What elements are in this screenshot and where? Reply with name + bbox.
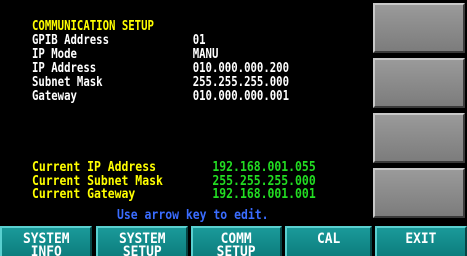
setting-value[interactable]: 010.000.000.200: [193, 62, 289, 76]
softkey-label: COMM SETUP: [217, 231, 256, 256]
current-row-ip-address: Current IP Address 192.168.001.055: [32, 161, 331, 175]
comm-setup-button[interactable]: COMM SETUP: [191, 226, 282, 256]
instrument-screen: COMMUNICATION SETUP GPIB Address 01 IP M…: [0, 0, 467, 256]
cal-button[interactable]: CAL: [285, 226, 372, 256]
current-label: Current Gateway: [32, 187, 136, 202]
current-network-panel: Current IP Address 192.168.001.055 Curre…: [32, 161, 331, 202]
setting-row-gpib-address[interactable]: GPIB Address 01: [32, 34, 303, 48]
setting-row-gateway[interactable]: Gateway 010.000.000.001: [32, 90, 303, 104]
setting-value[interactable]: MANU: [193, 48, 219, 62]
side-softkey-3[interactable]: [373, 113, 465, 163]
setting-row-ip-address[interactable]: IP Address 010.000.000.200: [32, 62, 303, 76]
current-row-subnet-mask: Current Subnet Mask 255.255.255.000: [32, 173, 331, 189]
system-setup-button[interactable]: SYSTEM SETUP: [96, 226, 188, 256]
setting-row-ip-mode[interactable]: IP Mode MANU: [32, 48, 303, 62]
setting-label: GPIB Address: [32, 33, 110, 48]
current-row-gateway: Current Gateway 192.168.001.001: [32, 188, 331, 202]
setting-value[interactable]: 01: [193, 34, 206, 48]
setting-label: IP Mode: [32, 47, 77, 62]
softkey-label: EXIT: [405, 231, 437, 247]
softkey-label: SYSTEM SETUP: [118, 231, 166, 256]
current-value: 192.168.001.001: [212, 187, 316, 202]
exit-button[interactable]: EXIT: [375, 226, 467, 256]
side-softkey-1[interactable]: [373, 3, 465, 53]
side-softkey-4[interactable]: [373, 168, 465, 218]
setting-label: Gateway: [32, 89, 77, 104]
setting-value[interactable]: 255.255.255.000: [193, 76, 289, 90]
current-label: Current Subnet Mask: [32, 173, 163, 189]
current-label: Current IP Address: [32, 160, 156, 175]
setting-label: IP Address: [32, 61, 97, 76]
edit-hint: Use arrow key to edit.: [117, 208, 269, 223]
side-softkey-2[interactable]: [373, 58, 465, 108]
softkey-label: CAL: [316, 231, 341, 247]
communication-setup-panel: COMMUNICATION SETUP GPIB Address 01 IP M…: [32, 20, 303, 104]
current-value: 192.168.001.055: [212, 160, 316, 175]
system-info-button[interactable]: SYSTEM INFO: [0, 226, 92, 256]
page-title: COMMUNICATION SETUP: [32, 19, 154, 34]
setting-value[interactable]: 010.000.000.001: [193, 90, 289, 104]
current-value: 255.255.255.000: [212, 173, 316, 189]
bottom-softkey-bar: SYSTEM INFO SYSTEM SETUP COMM SETUP CAL …: [0, 226, 467, 256]
softkey-label: SYSTEM INFO: [22, 231, 70, 256]
setting-label: Subnet Mask: [32, 75, 103, 90]
setting-row-subnet-mask[interactable]: Subnet Mask 255.255.255.000: [32, 76, 303, 90]
